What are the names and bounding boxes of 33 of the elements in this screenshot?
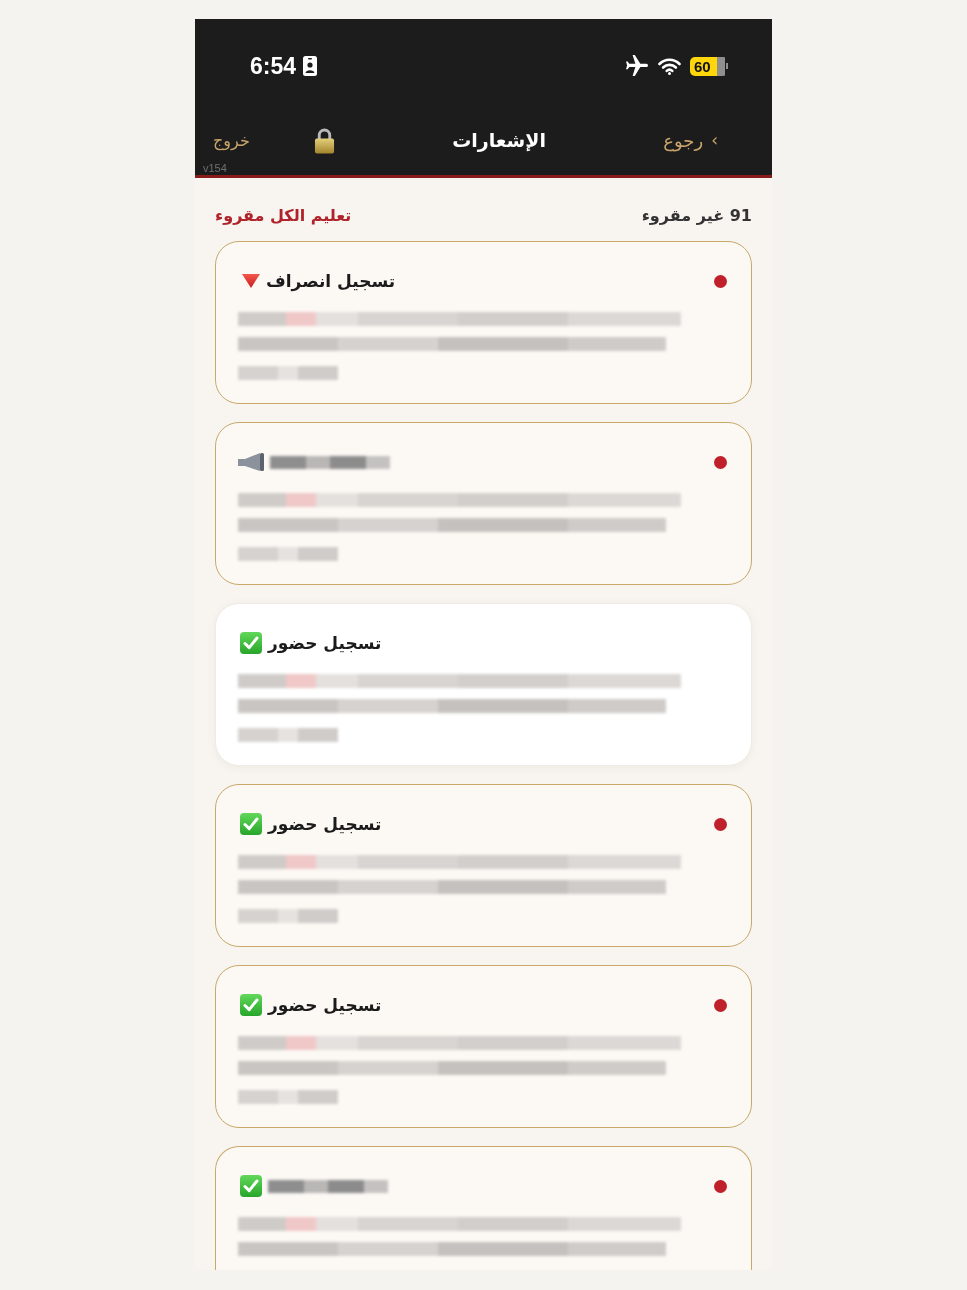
unread-dot-icon: [714, 817, 727, 831]
contact-card-icon: [303, 56, 318, 76]
megaphone-icon: [238, 453, 264, 471]
check-mark-icon: [240, 813, 262, 835]
notification-title: تسجيل انصراف: [266, 271, 396, 291]
logout-button[interactable]: خروج: [213, 130, 250, 150]
unread-dot-icon: [714, 274, 727, 288]
check-mark-icon: [240, 994, 262, 1016]
notification-card[interactable]: [215, 1146, 752, 1270]
wifi-icon: [658, 57, 681, 75]
version-label: v154: [203, 162, 227, 174]
unread-count: 91 غير مقروء: [641, 205, 752, 225]
notification-card[interactable]: تسجيل حضور: [215, 603, 752, 766]
down-triangle-icon: [242, 274, 260, 288]
battery-indicator: 60: [690, 56, 728, 76]
unread-dot-icon: [714, 455, 727, 469]
mark-all-read-link[interactable]: تعليم الكل مقروء: [215, 205, 352, 225]
notification-card[interactable]: [215, 422, 752, 585]
notification-card[interactable]: تسجيل انصراف: [215, 241, 752, 404]
airplane-icon: [626, 55, 648, 77]
padlock-icon[interactable]: [313, 126, 335, 154]
notification-card[interactable]: تسجيل حضور: [215, 965, 752, 1128]
notification-title: تسجيل حضور: [268, 814, 382, 834]
back-button[interactable]: رجوع ‹: [663, 129, 718, 151]
notification-title: تسجيل حضور: [268, 633, 382, 653]
page-title: الإشعارات: [451, 129, 547, 151]
check-mark-icon: [240, 632, 262, 654]
status-time: 6:54: [250, 52, 297, 80]
check-mark-icon: [240, 1175, 262, 1197]
notification-card[interactable]: تسجيل حضور: [215, 784, 752, 947]
notification-title: تسجيل حضور: [268, 995, 382, 1015]
unread-dot-icon: [714, 1179, 727, 1193]
unread-dot-icon: [714, 998, 727, 1012]
